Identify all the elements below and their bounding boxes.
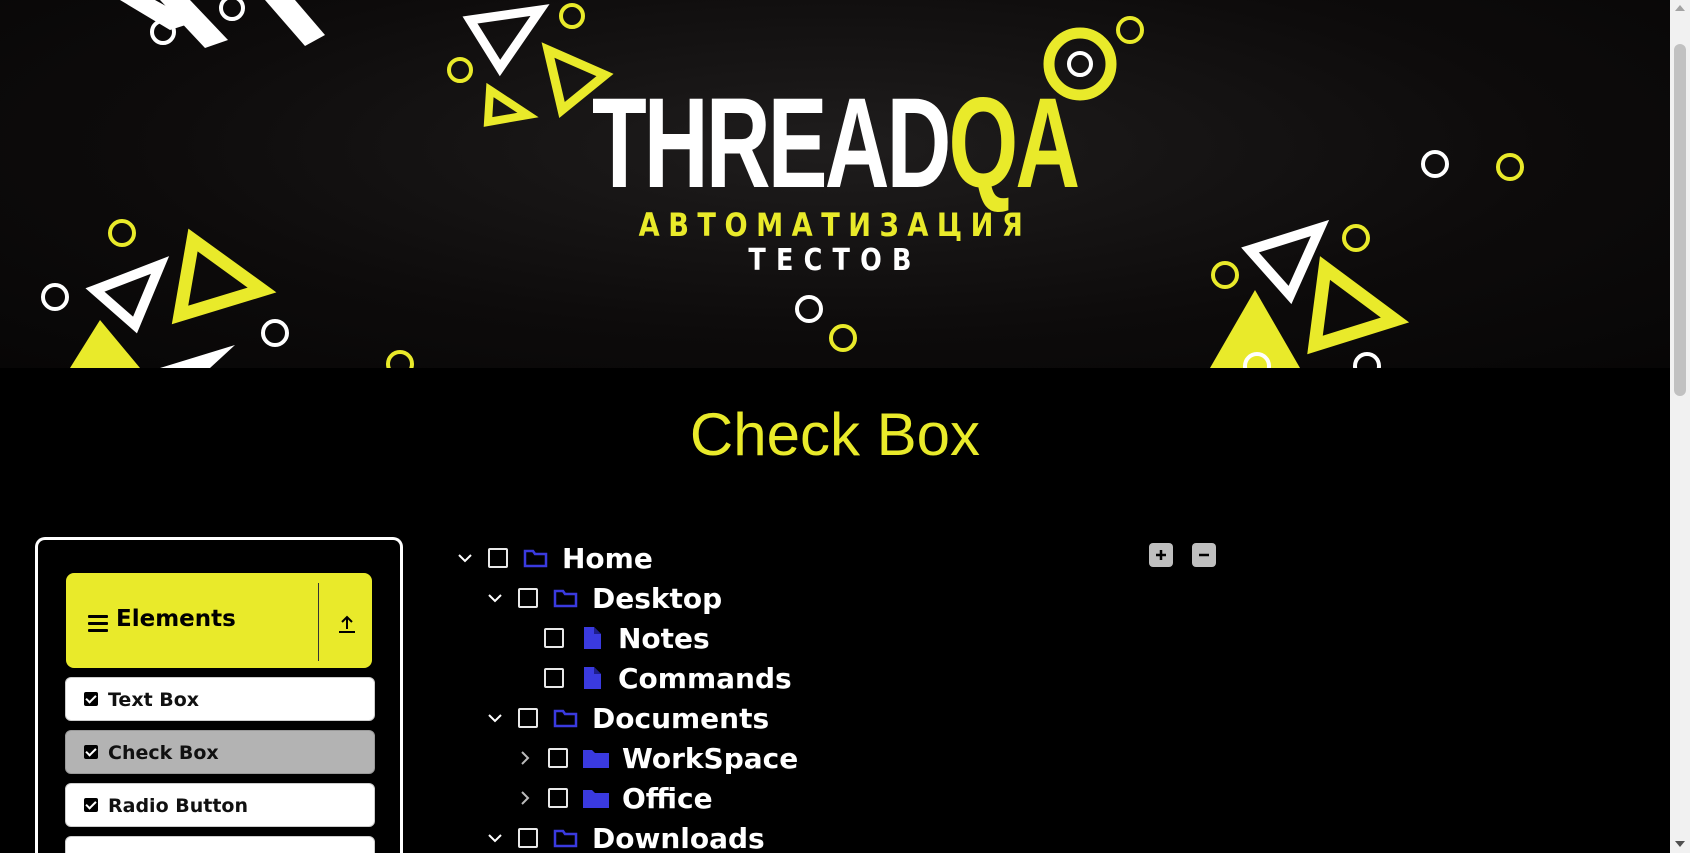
menu-item-label: Text Box	[108, 689, 200, 711]
banner: THREADQA АВТОМАТИЗАЦИЯ ТЕСТОВ	[0, 0, 1670, 368]
page: THREADQA АВТОМАТИЗАЦИЯ ТЕСТОВ Check Box …	[0, 0, 1670, 853]
tree-checkbox[interactable]	[544, 628, 564, 648]
chevron-right-icon[interactable]	[514, 747, 536, 769]
threadqa-logo: THREADQA	[0, 80, 1670, 208]
expand-all-button[interactable]	[1149, 543, 1173, 567]
check-icon	[84, 798, 98, 812]
tree-checkbox[interactable]	[544, 668, 564, 688]
tree-node-label[interactable]: Notes	[618, 622, 710, 655]
menu-item-radio-button[interactable]: Radio Button	[65, 783, 375, 827]
scroll-down-arrow-icon[interactable]	[1675, 841, 1685, 847]
tree-checkbox[interactable]	[488, 548, 508, 568]
page-title: Check Box	[689, 401, 981, 468]
left-menu: Elements Text Box Check Box Radio Button	[35, 537, 403, 853]
chevron-right-icon[interactable]	[514, 787, 536, 809]
hamburger-icon	[88, 615, 108, 633]
upload-icon[interactable]	[338, 613, 356, 633]
scrollbar-thumb[interactable]	[1674, 44, 1686, 396]
folder-open-icon	[552, 706, 580, 730]
tree-node-downloads: Downloads	[484, 820, 765, 853]
menu-item-check-box[interactable]: Check Box	[65, 730, 375, 774]
tree-checkbox[interactable]	[518, 828, 538, 848]
group-title: Elements	[116, 606, 236, 632]
page-scrollbar[interactable]	[1670, 0, 1690, 853]
tree-node-desktop: Desktop	[484, 580, 722, 616]
file-icon	[578, 626, 606, 650]
scroll-up-arrow-icon[interactable]	[1675, 5, 1685, 11]
logo-white-text: THREAD	[592, 72, 951, 215]
tree-node-label[interactable]: Desktop	[592, 582, 722, 615]
folder-open-icon	[552, 826, 580, 850]
check-icon	[84, 692, 98, 706]
tree-node-workspace: WorkSpace	[514, 740, 798, 776]
tree-node-label[interactable]: WorkSpace	[622, 742, 798, 775]
chevron-down-icon[interactable]	[484, 587, 506, 609]
tree-node-home: Home	[454, 540, 653, 576]
tree-node-documents: Documents	[484, 700, 769, 736]
menu-item-text-box[interactable]: Text Box	[65, 677, 375, 721]
menu-item-label: Check Box	[108, 742, 219, 764]
folder-icon	[582, 746, 610, 770]
logo-subtitle-2: ТЕСТОВ	[748, 243, 922, 278]
chevron-down-icon[interactable]	[484, 827, 506, 849]
menu-item-next[interactable]	[65, 836, 375, 853]
chevron-down-icon[interactable]	[454, 547, 476, 569]
tree-node-commands: Commands	[544, 660, 792, 696]
folder-icon	[582, 786, 610, 810]
tree-node-label[interactable]: Downloads	[592, 822, 765, 853]
logo-yellow-text: QA	[948, 72, 1081, 215]
folder-open-icon	[522, 546, 550, 570]
tree-node-notes: Notes	[544, 620, 710, 656]
logo-subtitle-1: АВТОМАТИЗАЦИЯ	[638, 206, 1032, 244]
file-icon	[578, 666, 606, 690]
tree-checkbox[interactable]	[548, 788, 568, 808]
check-icon	[84, 745, 98, 759]
elements-group-header[interactable]: Elements	[66, 573, 372, 668]
tree-node-office: Office	[514, 780, 713, 816]
tree-checkbox[interactable]	[518, 588, 538, 608]
tree-node-label[interactable]: Commands	[618, 662, 792, 695]
menu-item-label: Radio Button	[108, 795, 248, 817]
plus-icon	[1156, 550, 1166, 560]
tree-checkbox[interactable]	[518, 708, 538, 728]
minus-icon	[1199, 553, 1209, 557]
folder-open-icon	[552, 586, 580, 610]
tree-checkbox[interactable]	[548, 748, 568, 768]
chevron-down-icon[interactable]	[484, 707, 506, 729]
tree-node-label[interactable]: Documents	[592, 702, 769, 735]
tree-node-label[interactable]: Home	[562, 542, 653, 575]
collapse-all-button[interactable]	[1192, 543, 1216, 567]
tree-node-label[interactable]: Office	[622, 782, 713, 815]
header-divider	[318, 583, 319, 661]
